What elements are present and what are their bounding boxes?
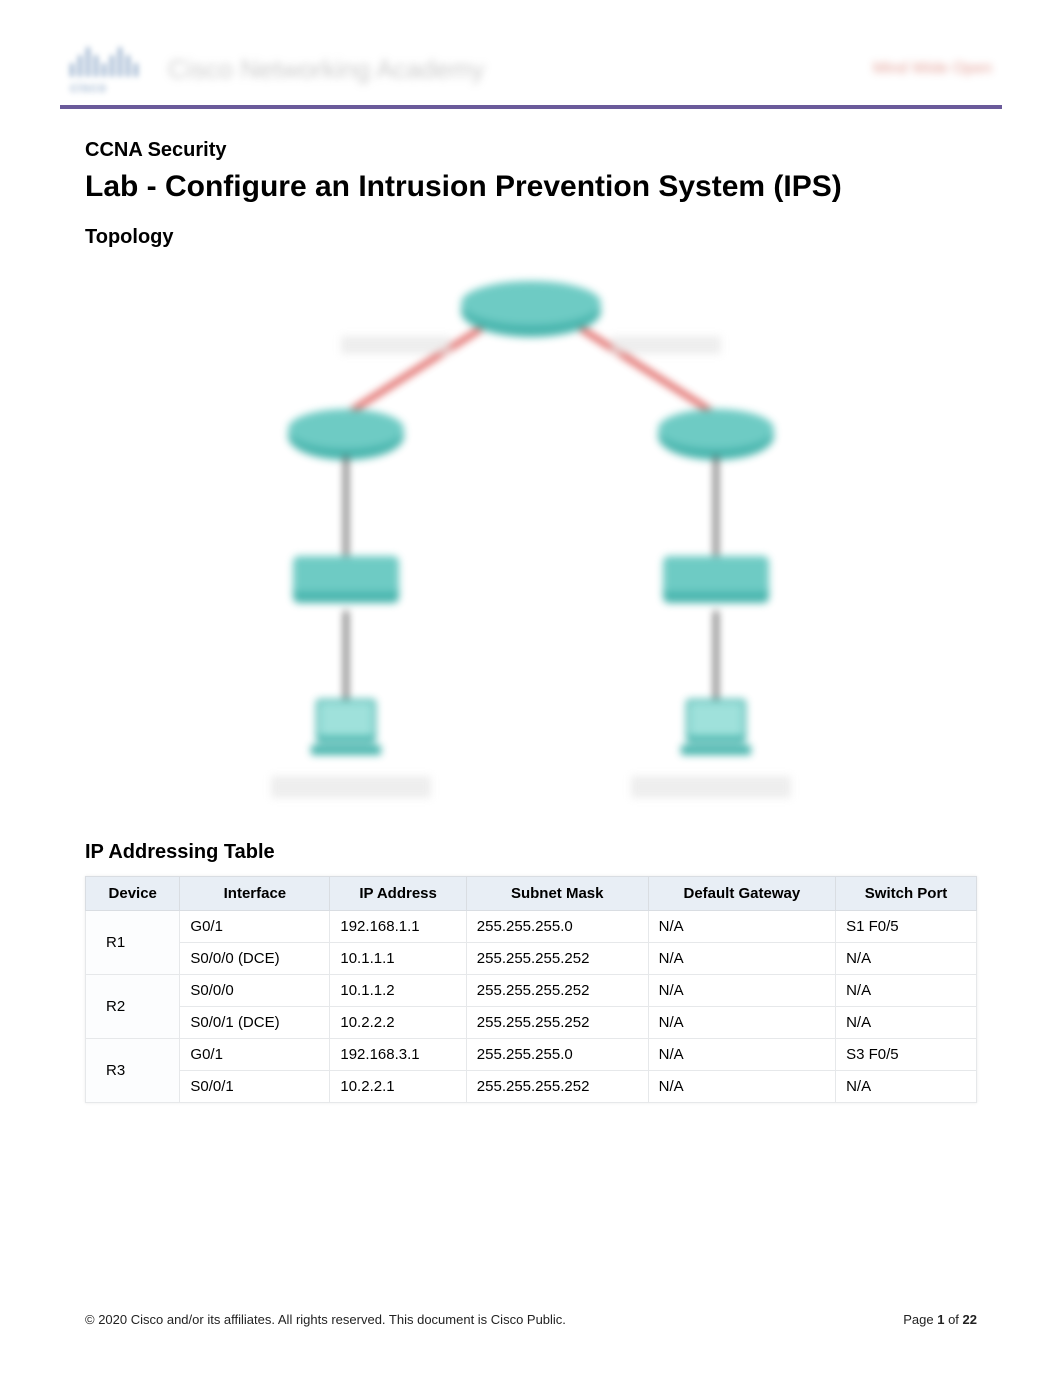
page-total: 22: [963, 1312, 977, 1327]
network-topology-icon: [221, 261, 841, 821]
cell-interface: S0/0/0 (DCE): [180, 943, 330, 975]
col-device: Device: [86, 877, 180, 911]
table-row: R2 S0/0/0 10.1.1.2 255.255.255.252 N/A N…: [86, 975, 977, 1007]
table-row: S0/0/1 10.2.2.1 255.255.255.252 N/A N/A: [86, 1071, 977, 1103]
ip-table-heading: IP Addressing Table: [85, 841, 977, 864]
col-interface: Interface: [180, 877, 330, 911]
cell-interface: G0/1: [180, 1039, 330, 1071]
cell-mask: 255.255.255.252: [466, 975, 648, 1007]
cell-mask: 255.255.255.252: [466, 1071, 648, 1103]
col-mask: Subnet Mask: [466, 877, 648, 911]
cell-mask: 255.255.255.252: [466, 943, 648, 975]
course-name: CCNA Security: [85, 139, 977, 162]
topology-heading: Topology: [85, 226, 977, 249]
brand-logo-block: cisco Cisco Networking Academy: [70, 43, 484, 95]
cell-port: S3 F0/5: [836, 1039, 977, 1071]
page-footer: © 2020 Cisco and/or its affiliates. All …: [85, 1312, 977, 1327]
cell-gw: N/A: [648, 975, 835, 1007]
document-page: cisco Cisco Networking Academy Mind Wide…: [0, 0, 1062, 1377]
page-number: Page 1 of 22: [903, 1312, 977, 1327]
cell-port: S1 F0/5: [836, 911, 977, 943]
cell-gw: N/A: [648, 1039, 835, 1071]
cell-port: N/A: [836, 943, 977, 975]
cell-interface: S0/0/1: [180, 1071, 330, 1103]
table-header-row: Device Interface IP Address Subnet Mask …: [86, 877, 977, 911]
col-gateway: Default Gateway: [648, 877, 835, 911]
cell-port: N/A: [836, 975, 977, 1007]
cell-interface: S0/0/0: [180, 975, 330, 1007]
cell-ip: 10.2.2.1: [330, 1071, 466, 1103]
table-row: R1 G0/1 192.168.1.1 255.255.255.0 N/A S1…: [86, 911, 977, 943]
table-row: S0/0/0 (DCE) 10.1.1.1 255.255.255.252 N/…: [86, 943, 977, 975]
cell-ip: 192.168.3.1: [330, 1039, 466, 1071]
cell-gw: N/A: [648, 911, 835, 943]
topology-diagram: [85, 261, 977, 821]
cell-device: R2: [86, 975, 180, 1039]
page-prefix: Page: [903, 1312, 937, 1327]
cell-interface: S0/0/1 (DCE): [180, 1007, 330, 1039]
cisco-logo: cisco: [70, 43, 138, 95]
cell-ip: 10.2.2.2: [330, 1007, 466, 1039]
table-row: S0/0/1 (DCE) 10.2.2.2 255.255.255.252 N/…: [86, 1007, 977, 1039]
cell-mask: 255.255.255.0: [466, 911, 648, 943]
content-area: CCNA Security Lab - Configure an Intrusi…: [60, 109, 1002, 1103]
cell-gw: N/A: [648, 1071, 835, 1103]
cell-gw: N/A: [648, 1007, 835, 1039]
cell-gw: N/A: [648, 943, 835, 975]
cell-ip: 10.1.1.2: [330, 975, 466, 1007]
cell-port: N/A: [836, 1007, 977, 1039]
ip-addressing-table: Device Interface IP Address Subnet Mask …: [85, 876, 977, 1103]
page-header: cisco Cisco Networking Academy Mind Wide…: [60, 35, 1002, 109]
page-of: of: [944, 1312, 962, 1327]
academy-title: Cisco Networking Academy: [168, 54, 484, 85]
cell-device: R1: [86, 911, 180, 975]
lab-title: Lab - Configure an Intrusion Prevention …: [85, 170, 977, 204]
table-row: R3 G0/1 192.168.3.1 255.255.255.0 N/A S3…: [86, 1039, 977, 1071]
cisco-bars-icon: [70, 43, 138, 77]
header-tagline: Mind Wide Open: [873, 60, 992, 78]
col-port: Switch Port: [836, 877, 977, 911]
cell-port: N/A: [836, 1071, 977, 1103]
cell-mask: 255.255.255.0: [466, 1039, 648, 1071]
cell-interface: G0/1: [180, 911, 330, 943]
col-ip: IP Address: [330, 877, 466, 911]
cell-device: R3: [86, 1039, 180, 1103]
cell-mask: 255.255.255.252: [466, 1007, 648, 1039]
cell-ip: 10.1.1.1: [330, 943, 466, 975]
cell-ip: 192.168.1.1: [330, 911, 466, 943]
cisco-wordmark: cisco: [70, 79, 138, 95]
copyright-text: © 2020 Cisco and/or its affiliates. All …: [85, 1312, 566, 1327]
